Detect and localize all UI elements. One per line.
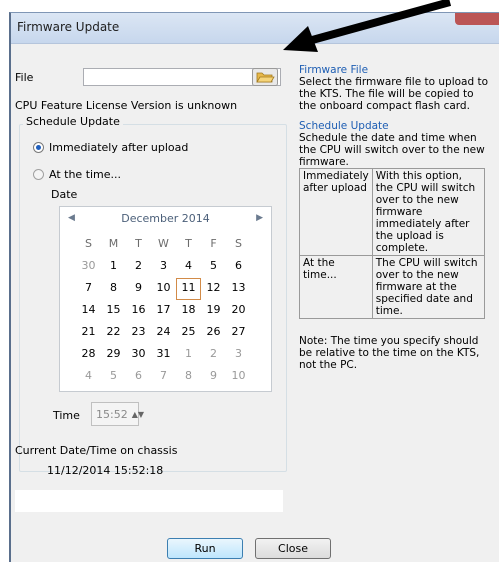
weekday-header: T [135, 237, 142, 250]
file-label: File [15, 71, 34, 84]
next-month-icon[interactable]: ▶ [256, 213, 263, 223]
schedule-update-title: Schedule Update [23, 115, 123, 128]
calendar-day[interactable]: 6 [226, 256, 251, 278]
calendar-day[interactable]: 1 [176, 344, 201, 366]
help-desc-cell: The CPU will switch over to the new firm… [371, 255, 486, 319]
calendar-day[interactable]: 12 [201, 278, 226, 300]
calendar-day[interactable]: 27 [226, 322, 251, 344]
prev-month-icon[interactable]: ◀ [68, 213, 75, 223]
calendar-day[interactable]: 5 [101, 366, 126, 388]
calendar-day[interactable]: 26 [201, 322, 226, 344]
help-desc-cell: With this option, the CPU will switch ov… [371, 168, 486, 256]
calendar-day[interactable]: 17 [151, 300, 176, 322]
calendar-day[interactable]: 29 [101, 344, 126, 366]
time-value: 15:52 [96, 407, 128, 421]
calendar-day[interactable]: 9 [201, 366, 226, 388]
calendar-day[interactable]: 3 [226, 344, 251, 366]
calendar-day[interactable]: 3 [151, 256, 176, 278]
calendar-day[interactable]: 6 [126, 366, 151, 388]
folder-open-icon[interactable] [252, 68, 278, 86]
help-schedule-heading: Schedule Update [299, 120, 389, 132]
calendar-day[interactable]: 2 [201, 344, 226, 366]
spinner-arrows-icon[interactable]: ▲▼ [132, 410, 144, 419]
radio-at-the-time-indicator[interactable] [33, 169, 44, 180]
radio-at-the-time[interactable]: At the time... [33, 168, 121, 181]
current-datetime-label: Current Date/Time on chassis [15, 444, 178, 457]
weekday-header: T [185, 237, 192, 250]
calendar-day[interactable]: 24 [151, 322, 176, 344]
calendar-day[interactable]: 30 [126, 344, 151, 366]
current-datetime-value: 11/12/2014 15:52:18 [47, 464, 164, 477]
calendar-day[interactable]: 7 [76, 278, 101, 300]
dialog-content: File CPU Feature License Version is unkn… [11, 44, 499, 562]
help-firmware-text: Select the firmware file to upload to th… [299, 76, 489, 112]
calendar-day[interactable]: 14 [76, 300, 101, 322]
calendar-day[interactable]: 19 [201, 300, 226, 322]
close-button[interactable]: Close [255, 538, 331, 559]
calendar: ◀ December 2014 ▶ S M T W T F S 30 1 2 3 4 5 6 7 8 9 10 11… [59, 206, 272, 392]
calendar-day[interactable]: 21 [76, 322, 101, 344]
calendar-grid: S M T W T F S 30 1 2 3 4 5 6 7 8 9 10 11 12 13 14 15 16 17 18 19 20… [76, 234, 251, 388]
help-table-row: Immediately after upload With this optio… [299, 168, 486, 256]
calendar-day[interactable]: 8 [176, 366, 201, 388]
weekday-header: W [158, 237, 169, 250]
radio-immediately-indicator[interactable] [33, 142, 44, 153]
calendar-day[interactable]: 8 [101, 278, 126, 300]
weekday-header: S [85, 237, 92, 250]
time-spinner[interactable]: 15:52 ▲▼ [91, 402, 144, 426]
help-panel: Firmware File Select the firmware file t… [299, 64, 493, 379]
license-status-text: CPU Feature License Version is unknown [15, 99, 238, 112]
calendar-day[interactable]: 4 [176, 256, 201, 278]
calendar-day[interactable]: 10 [226, 366, 251, 388]
time-label: Time [53, 409, 80, 422]
run-button[interactable]: Run [167, 538, 243, 559]
help-note: Note: The time you specify should be rel… [299, 335, 480, 371]
help-schedule-text: Schedule the date and time when the CPU … [299, 132, 485, 168]
calendar-day[interactable]: 4 [76, 366, 101, 388]
calendar-day[interactable]: 1 [101, 256, 126, 278]
weekday-header: M [108, 237, 119, 250]
help-firmware-heading: Firmware File [299, 64, 369, 76]
window-title: Firmware Update [17, 20, 120, 34]
radio-immediately-label: Immediately after upload [49, 141, 189, 154]
status-area [15, 490, 283, 512]
calendar-month-label[interactable]: December 2014 [121, 212, 210, 225]
calendar-day[interactable]: 28 [76, 344, 101, 366]
calendar-day[interactable]: 10 [151, 278, 176, 300]
calendar-day[interactable]: 13 [226, 278, 251, 300]
calendar-day[interactable]: 30 [76, 256, 101, 278]
radio-immediately[interactable]: Immediately after upload [33, 141, 188, 154]
help-table-row: At the time... The CPU will switch over … [299, 255, 486, 319]
calendar-header: ◀ December 2014 ▶ [60, 207, 271, 229]
calendar-day[interactable]: 11 [176, 278, 201, 300]
calendar-day[interactable]: 5 [201, 256, 226, 278]
window-close-corner[interactable] [455, 13, 499, 25]
calendar-day[interactable]: 23 [126, 322, 151, 344]
help-option-cell: At the time... [299, 255, 373, 319]
calendar-day[interactable]: 31 [151, 344, 176, 366]
firmware-update-window: Firmware Update File CPU Feature License… [9, 12, 499, 562]
date-label: Date [51, 188, 78, 201]
calendar-day[interactable]: 2 [126, 256, 151, 278]
title-bar: Firmware Update [11, 13, 499, 44]
calendar-day[interactable]: 15 [101, 300, 126, 322]
calendar-day[interactable]: 7 [151, 366, 176, 388]
calendar-day[interactable]: 20 [226, 300, 251, 322]
calendar-day[interactable]: 9 [126, 278, 151, 300]
weekday-header: F [210, 237, 217, 250]
weekday-header: S [235, 237, 242, 250]
calendar-day[interactable]: 22 [101, 322, 126, 344]
radio-at-the-time-label: At the time... [49, 168, 122, 181]
calendar-day[interactable]: 18 [176, 300, 201, 322]
calendar-day[interactable]: 25 [176, 322, 201, 344]
help-options-table: Immediately after upload With this optio… [299, 168, 486, 319]
help-option-cell: Immediately after upload [299, 168, 373, 256]
calendar-day[interactable]: 16 [126, 300, 151, 322]
